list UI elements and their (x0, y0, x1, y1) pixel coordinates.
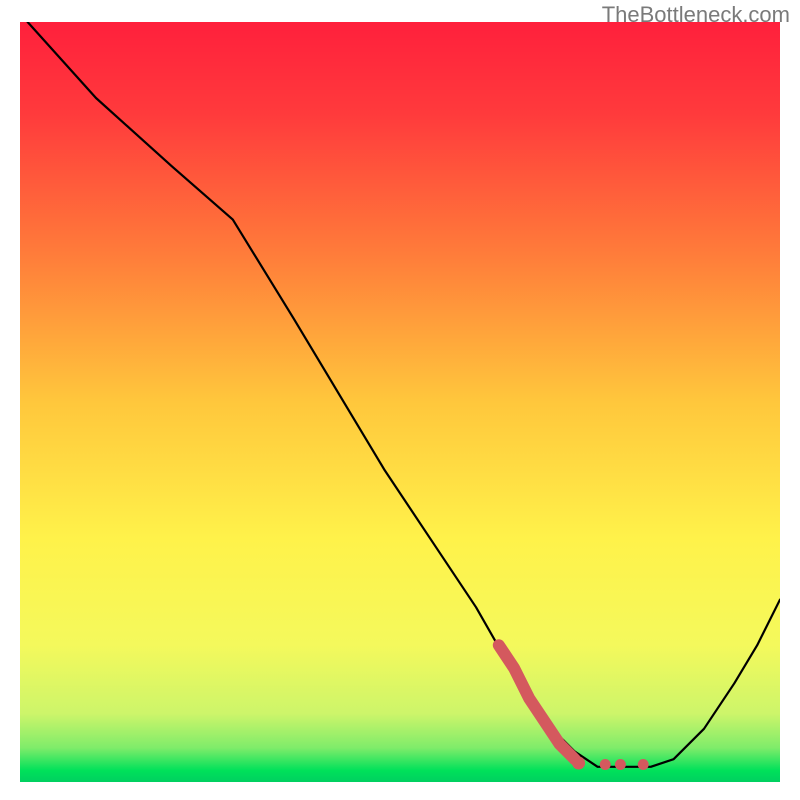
optimal-point (615, 759, 626, 770)
watermark-text: TheBottleneck.com (602, 2, 790, 28)
gradient-background (20, 22, 780, 782)
optimal-point (600, 759, 611, 770)
chart-container: TheBottleneck.com (0, 0, 800, 800)
chart-svg (20, 22, 780, 782)
chart-plot-area (20, 22, 780, 782)
optimal-point (638, 759, 649, 770)
optimal-point (572, 757, 585, 770)
